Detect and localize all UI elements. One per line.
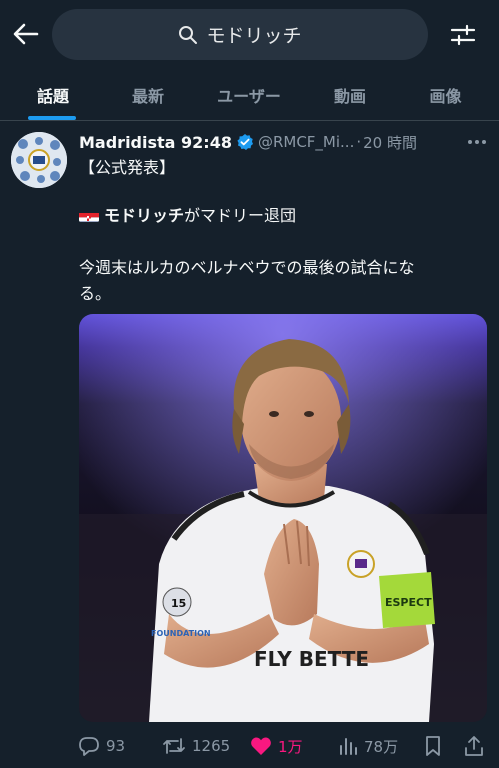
- reply-icon: [79, 737, 99, 756]
- search-input[interactable]: モドリッチ: [52, 9, 428, 60]
- tab-label: 最新: [131, 87, 164, 106]
- retweet-button[interactable]: 1265: [162, 730, 230, 762]
- tweet-text-line: 【公式発表】: [79, 158, 176, 177]
- foundation-text: FOUNDATION: [151, 629, 211, 638]
- tweet-actions: 93 1265 1万 78万: [76, 730, 491, 762]
- tab-latest[interactable]: 最新: [106, 70, 190, 120]
- filter-icon: [450, 24, 476, 46]
- avatar-image: [11, 132, 67, 188]
- back-arrow-icon: [13, 23, 39, 45]
- search-icon: [179, 25, 198, 44]
- display-name[interactable]: Madridista 92:48: [79, 133, 232, 152]
- tweet-text-line: モドリッチがマドリー退団: [79, 204, 296, 228]
- active-tab-indicator: [28, 116, 76, 120]
- tweet-text: がマドリー退団: [184, 206, 297, 225]
- tweet-image[interactable]: ESPECT 15 FOUNDATION FLY BETTE: [79, 314, 487, 722]
- sponsor-text: FLY BETTE: [254, 647, 369, 671]
- reply-count: 93: [106, 737, 126, 755]
- avatar[interactable]: [11, 132, 67, 188]
- tab-videos[interactable]: 動画: [308, 70, 392, 120]
- separator: ·: [356, 133, 362, 151]
- player-photo: ESPECT 15 FOUNDATION FLY BETTE: [79, 314, 487, 722]
- views-button[interactable]: 78万: [338, 730, 398, 762]
- share-icon: [465, 736, 483, 756]
- croatia-flag-icon: [79, 209, 99, 222]
- tab-label: ユーザー: [217, 87, 281, 106]
- view-count: 78万: [364, 737, 399, 756]
- tweet-time[interactable]: 20 時間: [363, 132, 417, 153]
- bookmark-icon: [426, 736, 440, 756]
- retweet-icon: [163, 738, 185, 754]
- bookmark-button[interactable]: [424, 730, 442, 762]
- sleeve-badge-text: 15: [171, 597, 186, 610]
- back-button[interactable]: [10, 18, 42, 50]
- retweet-count: 1265: [192, 737, 231, 755]
- reply-button[interactable]: 93: [78, 730, 125, 762]
- armband-text: ESPECT: [385, 596, 432, 609]
- search-filter-button[interactable]: [448, 20, 478, 50]
- share-button[interactable]: [464, 730, 484, 762]
- like-button[interactable]: 1万: [250, 730, 303, 762]
- like-icon: [251, 737, 271, 755]
- more-button[interactable]: [466, 132, 488, 152]
- search-tabs: 話題 最新 ユーザー 動画 画像: [0, 70, 499, 121]
- tweet-bold-text: モドリッチ: [104, 206, 185, 225]
- views-icon: [340, 738, 357, 755]
- tab-images[interactable]: 画像: [392, 70, 499, 120]
- tab-label: 話題: [36, 87, 69, 106]
- tab-people[interactable]: ユーザー: [190, 70, 308, 120]
- more-icon: [468, 140, 486, 144]
- top-bar: モドリッチ: [0, 0, 499, 70]
- tab-label: 動画: [333, 87, 366, 106]
- tab-top[interactable]: 話題: [0, 70, 106, 120]
- tweet-text-line: 今週末はルカのベルナベウでの最後の試合にな: [79, 258, 415, 277]
- like-count: 1万: [278, 737, 303, 756]
- tab-label: 画像: [429, 87, 462, 106]
- verified-icon: [236, 133, 254, 151]
- search-query: モドリッチ: [206, 25, 302, 47]
- user-handle[interactable]: @RMCF_Mi...: [258, 133, 354, 151]
- tweet-header: Madridista 92:48 @RMCF_Mi... · 20 時間: [79, 130, 489, 154]
- tweet-text-line: る。: [79, 284, 112, 303]
